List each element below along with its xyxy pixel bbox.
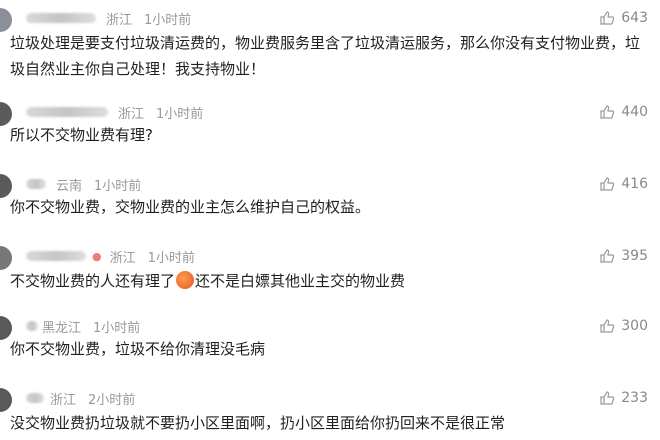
- comment-meta: 浙江 1小时前: [26, 8, 191, 28]
- like-count: 233: [621, 390, 648, 406]
- comment-meta: 黑龙江 1小时前: [26, 316, 140, 336]
- thumbs-up-icon: [600, 177, 615, 191]
- angry-face-icon: [176, 271, 195, 289]
- comment-text-after: 还不是白嫖其他业主交的物业费: [195, 272, 406, 290]
- like-count: 395: [621, 248, 648, 264]
- username-redacted[interactable]: [26, 393, 44, 403]
- like-button[interactable]: 233: [599, 388, 648, 408]
- comment-text: 没交物业费扔垃圾就不要扔小区里面啊，扔小区里面给你扔回来不是很正常: [10, 414, 506, 432]
- comment-text: 所以不交物业费有理?: [10, 126, 153, 144]
- like-button[interactable]: 440: [599, 102, 648, 122]
- thumbs-up-icon: [600, 319, 615, 333]
- like-count: 300: [621, 318, 648, 334]
- location-pin-icon: ●: [92, 249, 102, 263]
- comment-time: 1小时前: [94, 178, 142, 194]
- avatar[interactable]: [0, 246, 12, 270]
- comment-time: 1小时前: [147, 250, 195, 266]
- comment-text: 不交物业费的人还有理了 还不是白嫖其他业主交的物业费: [10, 268, 642, 294]
- comment-location: 浙江: [50, 392, 77, 408]
- like-button[interactable]: 416: [599, 174, 648, 194]
- comment-meta: 浙江 1小时前: [26, 102, 203, 122]
- comment-location: 浙江: [106, 12, 133, 28]
- username-redacted[interactable]: [26, 321, 38, 331]
- like-button[interactable]: 395: [599, 246, 648, 266]
- thumbs-up-icon: [600, 249, 615, 263]
- avatar[interactable]: [0, 388, 12, 412]
- comment-text: 你不交物业费，垃圾不给你清理没毛病: [10, 340, 266, 358]
- comment-meta: ● 浙江 1小时前: [26, 246, 195, 266]
- comment-location: 云南: [56, 178, 83, 194]
- like-count: 416: [621, 176, 648, 192]
- comment-text: 你不交物业费，交物业费的业主怎么维护自己的权益。: [10, 198, 371, 216]
- username-redacted[interactable]: [26, 179, 46, 189]
- thumbs-up-icon: [600, 105, 615, 119]
- username-redacted[interactable]: [26, 107, 108, 117]
- thumbs-up-icon: [600, 11, 615, 25]
- comment-time: 1小时前: [156, 106, 204, 122]
- avatar[interactable]: [0, 8, 12, 32]
- comment-meta: 浙江 2小时前: [26, 388, 135, 408]
- username-redacted[interactable]: [26, 251, 86, 261]
- comment-meta: 云南 1小时前: [26, 174, 141, 194]
- comment-location: 浙江: [109, 250, 136, 266]
- comment-text: 垃圾处理是要支付垃圾清运费的，物业费服务里含了垃圾清运服务，那么你没有支付物业费…: [10, 34, 641, 78]
- like-button[interactable]: 300: [599, 316, 648, 336]
- comment-text-before: 不交物业费的人还有理了: [10, 272, 176, 290]
- thumbs-up-icon: [600, 391, 615, 405]
- comment-location: 黑龙江: [42, 320, 82, 336]
- comment-time: 2小时前: [88, 392, 136, 408]
- comment-location: 浙江: [118, 106, 145, 122]
- like-count: 440: [621, 104, 648, 120]
- username-redacted[interactable]: [26, 13, 96, 23]
- comment-time: 1小时前: [144, 12, 192, 28]
- like-count: 643: [621, 10, 648, 26]
- like-button[interactable]: 643: [599, 8, 648, 28]
- comment-time: 1小时前: [93, 320, 141, 336]
